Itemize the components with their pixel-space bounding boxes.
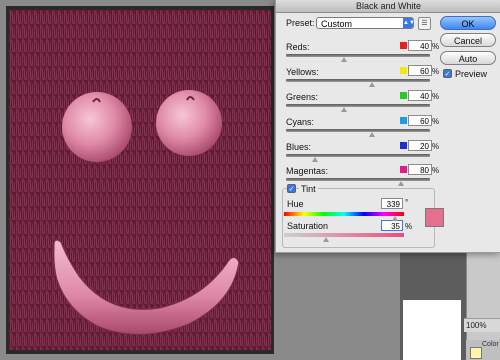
color-panel-tab-label: Color	[482, 341, 499, 348]
slider-thumb[interactable]	[398, 181, 405, 186]
slider-row-blues: Blues: 20 %	[286, 140, 440, 166]
tint-color-swatch[interactable]	[425, 208, 444, 227]
percent-unit: %	[432, 166, 440, 175]
slider-row-reds: Reds: 40 %	[286, 40, 440, 66]
preset-label: Preset:	[286, 18, 315, 28]
preset-select[interactable]: Custom ▲▼	[316, 17, 415, 29]
hue-slider-track[interactable]	[284, 212, 404, 216]
right-apple	[156, 90, 222, 156]
hue-value-input[interactable]: 339	[381, 198, 403, 209]
document-canvas-photo[interactable]	[9, 10, 271, 350]
percent-unit: %	[432, 117, 440, 126]
slider-thumb[interactable]	[369, 132, 376, 137]
hue-slider-thumb[interactable]	[392, 216, 398, 221]
tint-group: ✓ Tint Hue 339 ° Saturation 35 %	[282, 184, 435, 248]
slider-thumb[interactable]	[311, 157, 318, 162]
foreground-color-swatch[interactable]	[470, 347, 482, 359]
dialog-title: Black and White	[276, 0, 500, 13]
tint-label: Tint	[299, 184, 318, 194]
swatch-yellow	[400, 67, 407, 74]
slider-value-input[interactable]: 80	[408, 164, 432, 175]
slider-row-yellows: Yellows: 60 %	[286, 65, 440, 91]
slider-thumb[interactable]	[340, 57, 347, 62]
slider-value-input[interactable]: 20	[408, 140, 432, 151]
swatch-blue	[400, 142, 407, 149]
slider-label: Magentas:	[286, 166, 329, 176]
slider-thumb[interactable]	[369, 82, 376, 87]
slider-track[interactable]	[286, 104, 430, 107]
slider-label: Greens:	[286, 92, 319, 102]
swatch-magenta	[400, 166, 407, 173]
slider-value-input[interactable]: 60	[408, 65, 432, 76]
hue-unit: °	[405, 198, 409, 207]
slider-thumb[interactable]	[340, 107, 347, 112]
slider-value-input[interactable]: 40	[408, 40, 432, 51]
preset-options-icon[interactable]: ☰	[418, 17, 431, 30]
zoom-readout[interactable]: 100%	[464, 318, 500, 332]
saturation-unit: %	[405, 222, 413, 231]
slider-track[interactable]	[286, 129, 430, 132]
swatch-red	[400, 42, 407, 49]
saturation-slider-track[interactable]	[284, 233, 404, 237]
slider-track[interactable]	[286, 79, 430, 82]
tint-checkbox[interactable]: ✓	[287, 184, 296, 193]
ok-button[interactable]: OK	[440, 16, 496, 30]
slider-value-input[interactable]: 60	[408, 115, 432, 126]
slider-row-cyans: Cyans: 60 %	[286, 115, 440, 141]
slider-label: Yellows:	[286, 67, 319, 77]
slider-track[interactable]	[286, 178, 430, 181]
saturation-value-input[interactable]: 35	[381, 220, 403, 231]
saturation-label: Saturation	[287, 221, 329, 231]
black-and-white-dialog: Black and White Preset: Custom ▲▼ ☰ OK C…	[275, 0, 500, 253]
preview-label: Preview	[455, 69, 488, 79]
slider-value-input[interactable]: 40	[408, 90, 432, 101]
saturation-slider-thumb[interactable]	[323, 237, 329, 242]
swatch-cyan	[400, 117, 407, 124]
hue-label: Hue	[287, 199, 304, 209]
slider-track[interactable]	[286, 154, 430, 157]
percent-unit: %	[432, 42, 440, 51]
cancel-button[interactable]: Cancel	[440, 33, 496, 47]
auto-button[interactable]: Auto	[440, 51, 496, 65]
secondary-document	[403, 300, 461, 360]
slider-track[interactable]	[286, 54, 430, 57]
percent-unit: %	[432, 67, 440, 76]
preview-checkbox[interactable]: ✓	[443, 69, 452, 78]
swatch-green	[400, 92, 407, 99]
slider-label: Reds:	[286, 42, 310, 52]
slider-label: Blues:	[286, 142, 312, 152]
slider-row-greens: Greens: 40 %	[286, 90, 440, 116]
slider-label: Cyans:	[286, 117, 315, 127]
preset-value: Custom	[321, 19, 353, 29]
tinted-photo-image	[9, 10, 271, 350]
left-apple	[62, 92, 132, 162]
percent-unit: %	[432, 142, 440, 151]
select-arrows-icon: ▲▼	[403, 18, 415, 28]
percent-unit: %	[432, 92, 440, 101]
